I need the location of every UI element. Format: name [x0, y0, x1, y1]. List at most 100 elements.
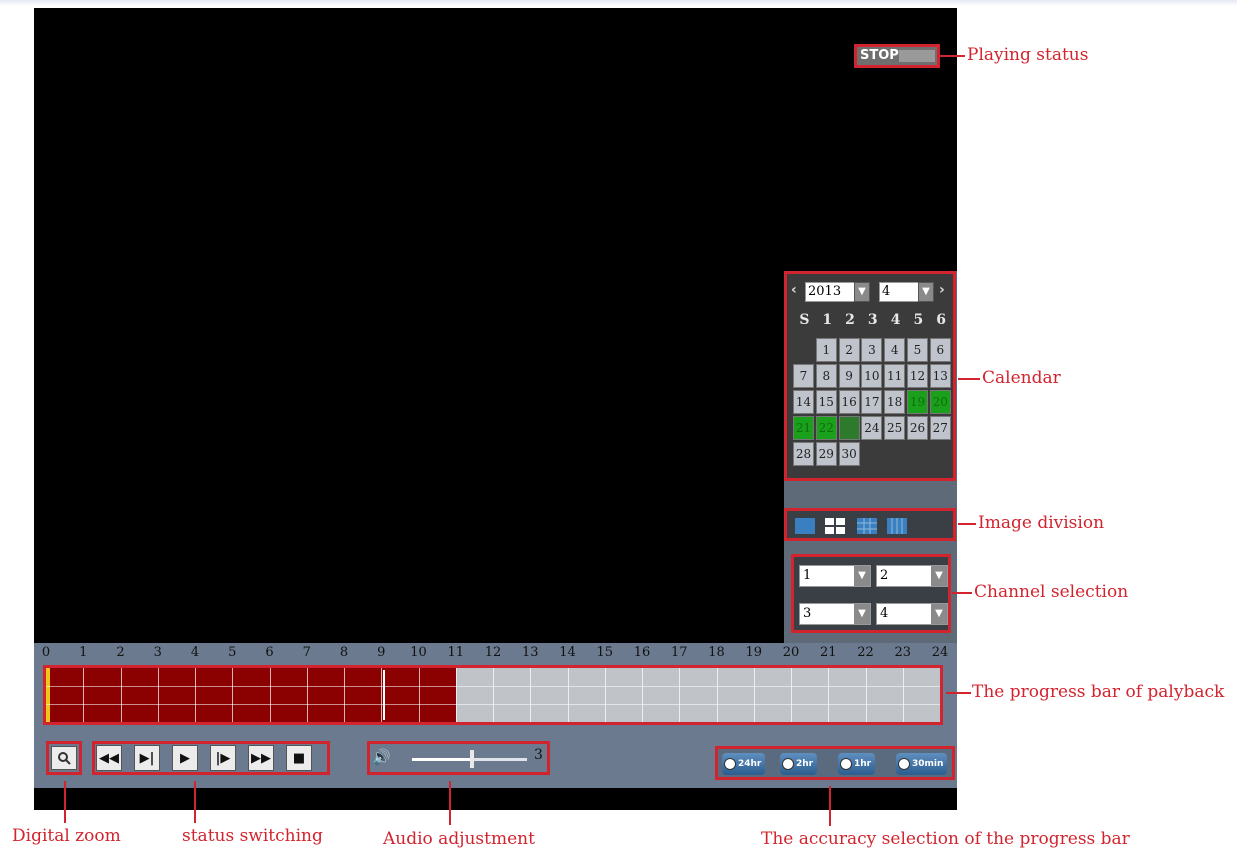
calendar-weekday: 1	[822, 312, 833, 328]
calendar-day[interactable]: 8	[815, 364, 837, 388]
sixteen-view-icon[interactable]	[887, 518, 907, 534]
step-back-button[interactable]: ▶|	[134, 745, 160, 771]
annotation-playing-status: Playing status	[967, 45, 1089, 65]
hour-label: 4	[190, 645, 200, 660]
calendar-day[interactable]: 13	[929, 364, 951, 388]
stop-button[interactable]: ■	[286, 745, 312, 771]
calendar-day[interactable]: 4	[884, 338, 906, 362]
accuracy-button[interactable]: 2hr	[780, 753, 818, 775]
fast-forward-button[interactable]: ▶▶	[248, 745, 274, 771]
hour-label: 13	[521, 645, 539, 660]
hour-label: 0	[41, 645, 51, 660]
calendar-year-select[interactable]: 2013 ▼	[805, 282, 870, 302]
progress-grid-line	[46, 686, 940, 687]
accuracy-button[interactable]: 1hr	[838, 753, 876, 775]
calendar-next-button[interactable]: ›	[939, 282, 945, 298]
hour-label: 5	[228, 645, 237, 660]
calendar-day[interactable]: 28	[793, 442, 814, 466]
hour-label: 6	[265, 645, 274, 660]
channel-select-value: 3	[803, 606, 812, 621]
progress-grid-line	[567, 668, 569, 722]
speaker-icon[interactable]: 🔊	[372, 748, 391, 766]
hour-labels: 0 1 2 3 4 5 6 7 8 9 10 11 12 13 14 15 16 17 18 19 20 21 22 23 24	[34, 645, 957, 665]
annotation-line	[449, 781, 451, 825]
playback-position-marker	[383, 670, 386, 720]
annotation-accuracy-selection: The accuracy selection of the progress b…	[761, 829, 1130, 849]
calendar-day[interactable]: 12	[906, 364, 928, 388]
progress-grid-line	[195, 668, 196, 722]
calendar-day[interactable]: 23	[838, 416, 860, 440]
calendar-day[interactable]: 20	[929, 390, 951, 414]
calendar-day[interactable]: 2	[838, 338, 860, 362]
calendar-weekday: 5	[913, 312, 924, 328]
progress-cursor[interactable]	[46, 668, 50, 722]
hour-label: 2	[116, 645, 125, 660]
calendar-day[interactable]: 6	[929, 338, 951, 362]
timeline: 0 1 2 3 4 5 6 7 8 9 10 11 12 13 14 15 16 17 18 19 20 21 22 23 24	[34, 643, 957, 733]
progress-grid-line	[46, 704, 940, 705]
chevron-down-icon: ▼	[918, 282, 934, 302]
annotation-progress-bar: The progress bar of palyback	[972, 682, 1225, 702]
calendar-day[interactable]: 5	[906, 338, 928, 362]
calendar-weekday: 4	[890, 312, 901, 328]
calendar-month-select[interactable]: 4 ▼	[879, 282, 934, 302]
calendar-day[interactable]: 16	[838, 390, 860, 414]
playback-progress-bar[interactable]	[43, 665, 943, 725]
annotation-status-switching: status switching	[182, 826, 323, 846]
progress-grid-line	[269, 668, 271, 722]
calendar-day[interactable]: 14	[793, 390, 814, 414]
progress-grid-line	[828, 668, 830, 722]
calendar-day[interactable]: 19	[906, 390, 928, 414]
calendar-day[interactable]: 3	[861, 338, 883, 362]
calendar-day[interactable]: 17	[861, 390, 883, 414]
progress-grid-line	[679, 668, 681, 722]
single-view-icon[interactable]	[795, 518, 815, 534]
calendar-weekday: S	[799, 312, 810, 328]
calendar-day[interactable]: 21	[793, 416, 814, 440]
progress-grid-line	[381, 668, 383, 722]
hour-label: 21	[819, 645, 837, 660]
rewind-button[interactable]: ◀◀	[96, 745, 122, 771]
playing-status-text: STOP	[860, 48, 899, 63]
nine-view-icon[interactable]	[857, 518, 877, 534]
calendar-day[interactable]: 11	[884, 364, 906, 388]
progress-grid-line	[642, 668, 643, 722]
calendar-day[interactable]: 15	[815, 390, 837, 414]
calendar-day[interactable]: 30	[838, 442, 860, 466]
hour-label: 8	[339, 645, 349, 660]
accuracy-button[interactable]: 24hr	[722, 753, 766, 775]
hour-label: 10	[410, 645, 427, 660]
calendar-day[interactable]: 24	[861, 416, 883, 440]
calendar-day[interactable]: 22	[815, 416, 837, 440]
digital-zoom-button[interactable]	[51, 746, 77, 770]
image-division-bar	[784, 508, 956, 541]
annotation-line	[64, 781, 66, 823]
progress-grid-line	[232, 668, 234, 722]
calendar-day[interactable]: 1	[815, 338, 837, 362]
calendar-day[interactable]: 29	[815, 442, 837, 466]
channel-select-4[interactable]: 4 ▼	[876, 603, 948, 625]
progress-grid-line	[157, 668, 159, 722]
calendar-day[interactable]: 18	[884, 390, 906, 414]
annotation-calendar: Calendar	[982, 368, 1061, 388]
hour-label: 19	[745, 645, 763, 660]
calendar-day[interactable]: 7	[793, 364, 814, 388]
calendar-day[interactable]: 25	[884, 416, 906, 440]
step-forward-button[interactable]: |▶	[210, 745, 236, 771]
calendar-day[interactable]: 10	[861, 364, 883, 388]
calendar-day[interactable]: 26	[906, 416, 928, 440]
calendar-day[interactable]: 27	[929, 416, 951, 440]
progress-grid-line	[83, 668, 85, 722]
annotation-line	[958, 378, 980, 380]
play-button[interactable]: ▶	[172, 745, 198, 771]
volume-slider-handle[interactable]	[469, 750, 474, 768]
channel-select-3[interactable]: 3 ▼	[799, 603, 871, 625]
calendar-day[interactable]: 9	[838, 364, 860, 388]
progress-grid-line	[418, 668, 420, 722]
channel-select-2[interactable]: 2 ▼	[876, 565, 948, 587]
channel-select-1[interactable]: 1 ▼	[799, 565, 871, 587]
accuracy-button[interactable]: 30min	[896, 753, 948, 775]
magnifier-icon	[58, 752, 71, 765]
quad-view-icon[interactable]	[825, 518, 845, 534]
calendar-prev-button[interactable]: ‹	[791, 282, 797, 298]
